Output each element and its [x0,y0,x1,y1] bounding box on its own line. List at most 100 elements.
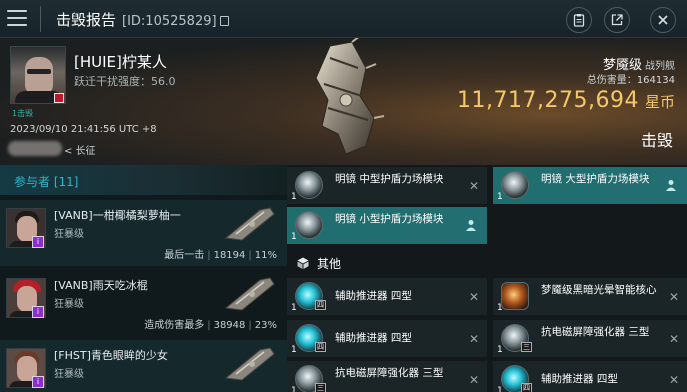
module-item[interactable]: 1 明镜 小型护盾力场模块 [287,207,487,244]
module-item[interactable]: 四 1 辅助推进器 四型 ✕ [287,320,487,357]
module-qty: 1 [497,345,503,355]
destroyed-icon: ✕ [468,290,479,304]
modules-panel: 1 明镜 中型护盾力场模块 ✕ 1 明镜 大型护盾力场模块 1 明镜 小型护盾力… [287,165,687,392]
destroyed-icon: ✕ [668,290,679,304]
ship-render-icon [315,38,385,155]
stat-label: 最后一击 [164,250,205,261]
ship-icon [224,347,275,381]
cube-icon [297,257,309,269]
module-name: 抗电磁屏障强化器 三型 [541,326,650,338]
damage-percent: 23% [254,320,277,331]
module-qty: 1 [497,192,503,202]
tier-badge: 四 [521,383,532,392]
copy-icon[interactable] [219,16,229,26]
module-name: 梦魇级黑暗光晕智能核心 [541,284,657,296]
person-icon [466,220,476,231]
total-damage: 总伤害量：164134 [587,71,675,86]
module-qty: 1 [497,386,503,392]
share-button[interactable] [604,7,630,33]
tier-badge: 三 [315,383,326,392]
kill-result: 击毁 [640,131,673,150]
security-status-icon [54,93,64,103]
report-id: [ID:10525829] [122,14,217,29]
participant-name: [VANB]一柑椰橘梨萝柚一 [54,209,181,222]
participant-stat: 造成伤害最多 | 38948 | 23% [144,320,277,331]
ai-core-icon [501,282,529,310]
stat-label: 造成伤害最多 [144,320,205,331]
destroyed-icon: ✕ [468,179,479,193]
module-name: 明镜 小型护盾力场模块 [335,213,444,225]
isk-value: 11,717,275,694 [457,88,639,113]
ship-icon [224,207,275,241]
participants-header[interactable]: 参与者 [11] [0,165,287,195]
shield-module-icon [501,171,529,199]
participant-row[interactable]: i [VANB]雨天吃冰棍 狂暴级 造成伤害最多 | 38948 | 23% [0,270,287,336]
destroyed-icon: ✕ [468,332,479,346]
warp-disrupt-strength: 跃迁干扰强度：56.0 [74,75,176,88]
close-icon [658,15,668,25]
module-item[interactable]: 四 1 辅助推进器 四型 ✕ [493,361,687,392]
destroyed-icon: ✕ [668,373,679,387]
shield-module-icon [295,211,323,239]
destroyed-icon: ✕ [468,373,479,387]
divider [40,6,41,32]
module-item[interactable]: 1 明镜 大型护盾力场模块 [493,167,687,204]
kill-header: [HUIE]柠某人 跃迁干扰强度：56.0 1击毁 2023/09/10 21:… [0,38,687,165]
total-damage-value: 164134 [636,75,675,86]
security-badge-icon: i [32,306,44,318]
destroyed-icon: ✕ [668,332,679,346]
participant-name: [FHST]青色眼眸的少女 [54,349,168,362]
damage-value: 18194 [213,250,246,261]
security-badge-icon: i [32,376,44,388]
module-item[interactable]: 1 明镜 中型护盾力场模块 ✕ [287,167,487,204]
participants-title: 参与者 [11] [14,175,79,189]
section-other-label: 其他 [317,257,342,271]
participant-row[interactable]: i [VANB]一柑椰橘梨萝柚一 狂暴级 最后一击 | 18194 | 11% [0,200,287,266]
region-link[interactable]: < 长征 [64,142,96,157]
participant-row[interactable]: i [FHST]青色眼眸的少女 狂暴级 [0,340,287,392]
module-name: 明镜 大型护盾力场模块 [541,173,650,185]
person-icon [666,180,676,191]
participant-ship: 狂暴级 [54,299,84,310]
clipboard-button[interactable] [566,7,592,33]
tier-badge: 三 [521,342,532,352]
clipboard-icon [573,14,585,27]
security-badge-icon: i [32,236,44,248]
module-qty: 1 [497,303,503,313]
close-button[interactable] [650,7,676,33]
module-qty: 1 [291,345,297,355]
corp-tag: 1击毁 [12,109,34,118]
page-title-text: 击毁报告 [56,11,117,29]
victim-name[interactable]: [HUIE]柠某人 [74,51,167,72]
tier-badge: 四 [315,300,326,310]
module-name: 辅助推进器 四型 [335,290,412,302]
module-name: 辅助推进器 四型 [335,332,412,344]
module-name: 辅助推进器 四型 [541,373,618,385]
module-item[interactable]: 1 梦魇级黑暗光晕智能核心 ✕ [493,278,687,315]
damage-percent: 11% [254,250,277,261]
total-damage-label: 总伤害量： [586,75,637,86]
module-qty: 1 [291,386,297,392]
damage-value: 38948 [213,320,246,331]
ship-icon [224,277,275,311]
section-other-header: 其他 [297,253,341,272]
blurred-location [8,141,62,156]
module-name: 抗电磁屏障强化器 三型 [335,367,444,379]
module-item[interactable]: 三 1 抗电磁屏障强化器 三型 ✕ [493,320,687,357]
tier-badge: 四 [315,342,326,352]
top-bar: 击毁报告 [ID:10525829] [0,0,687,38]
participant-name: [VANB]雨天吃冰棍 [54,279,148,292]
isk-loss: 11,717,275,694 星币 [457,88,675,113]
module-item[interactable]: 三 1 抗电磁屏障强化器 三型 ✕ [287,361,487,392]
participants-panel: 参与者 [11] i [VANB]一柑椰橘梨萝柚一 狂暴级 最后一击 | 18194… [0,165,287,392]
module-qty: 1 [291,232,297,242]
shield-module-icon [295,171,323,199]
participant-ship: 狂暴级 [54,229,84,240]
page-title: 击毁报告 [ID:10525829] [56,9,229,30]
menu-icon[interactable] [6,8,28,28]
isk-unit: 星币 [644,93,675,111]
share-icon [611,14,623,26]
participant-ship: 狂暴级 [54,369,84,380]
module-item[interactable]: 四 1 辅助推进器 四型 ✕ [287,278,487,315]
module-qty: 1 [291,192,297,202]
